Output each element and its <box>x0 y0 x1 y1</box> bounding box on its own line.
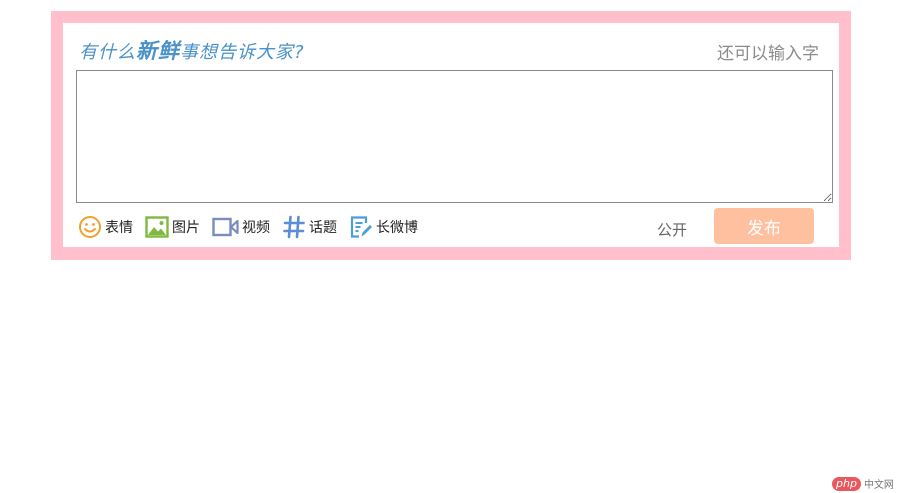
long-post-icon <box>350 216 372 238</box>
video-icon <box>212 217 239 237</box>
tool-image[interactable]: 图片 <box>145 216 200 238</box>
composer-title: 有什么新鲜事想告诉大家? <box>79 35 305 65</box>
tool-emoji[interactable]: 表情 <box>78 215 133 239</box>
site-watermark: php 中文网 <box>832 476 894 491</box>
tool-image-label: 图片 <box>172 220 200 236</box>
tool-emoji-label: 表情 <box>105 220 133 236</box>
visibility-selector[interactable]: 公开 <box>657 219 687 240</box>
publish-button[interactable]: 发布 <box>714 208 814 244</box>
char-counter: 还可以输入字 <box>717 44 819 64</box>
toolbar: 表情 图片 视频 话题 长微博 <box>78 213 430 241</box>
image-icon <box>145 216 169 238</box>
tool-topic-label: 话题 <box>309 220 337 236</box>
composer-frame: 有什么新鲜事想告诉大家? 还可以输入字 表情 图片 视频 话题 长微博 公开 发… <box>51 11 851 260</box>
tool-video-label: 视频 <box>242 220 270 236</box>
smiley-icon <box>79 216 101 238</box>
post-textarea[interactable] <box>76 70 833 203</box>
tool-long-post-label: 长微博 <box>376 220 418 236</box>
tool-topic[interactable]: 话题 <box>282 215 337 239</box>
title-prefix: 有什么 <box>79 42 136 63</box>
tool-video[interactable]: 视频 <box>212 217 270 237</box>
watermark-brand: php <box>832 476 861 491</box>
title-suffix: 事想告诉大家? <box>180 42 305 63</box>
hashtag-icon <box>283 215 305 239</box>
tool-long-post[interactable]: 长微博 <box>349 215 418 239</box>
composer-panel: 有什么新鲜事想告诉大家? 还可以输入字 表情 图片 视频 话题 长微博 公开 发… <box>63 23 839 247</box>
watermark-site: 中文网 <box>863 480 894 491</box>
title-emphasis: 新鲜 <box>136 39 180 63</box>
